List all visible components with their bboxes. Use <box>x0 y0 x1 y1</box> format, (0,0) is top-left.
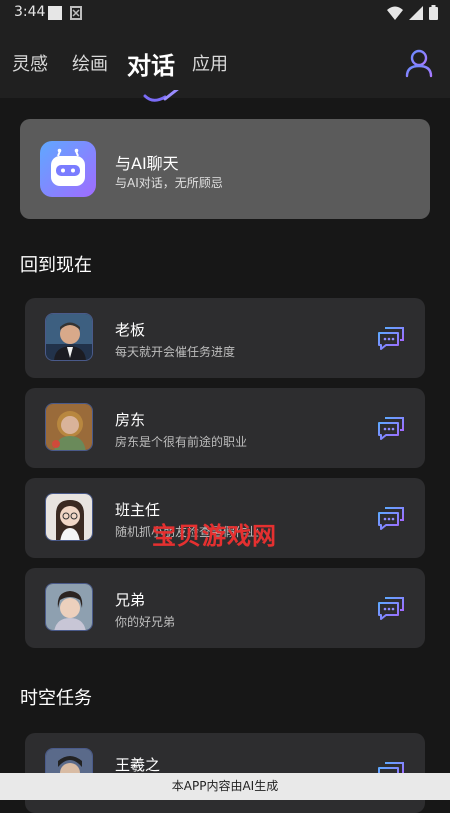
ai-content-disclaimer: 本APP内容由AI生成 <box>0 773 450 800</box>
status-system-icons <box>387 5 438 24</box>
chat-bubble-icon[interactable] <box>377 595 405 621</box>
watermark-text: 宝贝游戏网 <box>152 522 277 550</box>
task-name: 王羲之 <box>115 756 161 774</box>
tab-chat[interactable]: 对话 <box>127 46 175 81</box>
chat-bubble-icon[interactable] <box>377 505 405 531</box>
section-title-back-to-now: 回到现在 <box>20 255 92 276</box>
character-name: 老板 <box>115 321 146 339</box>
status-bar: 3:44 <box>0 0 450 26</box>
tab-inspiration[interactable]: 灵感 <box>12 50 48 76</box>
status-time: 3:44 <box>14 4 46 20</box>
signal-icon <box>409 5 423 24</box>
active-tab-indicator <box>143 86 183 108</box>
battery-icon <box>429 5 438 24</box>
character-name: 兄弟 <box>115 591 146 609</box>
chat-bubble-icon[interactable] <box>377 325 405 351</box>
character-card-landlord[interactable]: 房东 房东是个很有前途的职业 <box>25 388 425 468</box>
tab-drawing[interactable]: 绘画 <box>72 50 108 76</box>
notification-app-icon <box>70 5 82 24</box>
top-navigation: 灵感 绘画 对话 应用 <box>0 26 450 102</box>
avatar-boss <box>45 313 93 361</box>
avatar-head-teacher <box>45 493 93 541</box>
avatar-brother <box>45 583 93 631</box>
character-description: 你的好兄弟 <box>115 615 176 629</box>
character-description: 房东是个很有前途的职业 <box>115 435 248 449</box>
ai-chat-subtitle: 与AI对话，无所顾忌 <box>115 176 223 190</box>
profile-icon[interactable] <box>404 48 434 78</box>
character-card-brother[interactable]: 兄弟 你的好兄弟 <box>25 568 425 648</box>
character-card-boss[interactable]: 老板 每天就开会催任务进度 <box>25 298 425 378</box>
ai-chat-card[interactable]: 与AI聊天 与AI对话，无所顾忌 <box>20 119 430 219</box>
character-name: 房东 <box>115 411 146 429</box>
status-notification-icons <box>48 5 82 24</box>
wifi-icon <box>387 5 403 24</box>
chat-bubble-icon[interactable] <box>377 415 405 441</box>
ai-chat-title: 与AI聊天 <box>115 154 179 173</box>
character-description: 每天就开会催任务进度 <box>115 345 236 359</box>
tab-apps[interactable]: 应用 <box>192 50 228 76</box>
robot-icon <box>40 141 96 197</box>
avatar-landlord <box>45 403 93 451</box>
notification-square-icon <box>48 5 62 24</box>
section-title-time-space-tasks: 时空任务 <box>20 688 92 709</box>
